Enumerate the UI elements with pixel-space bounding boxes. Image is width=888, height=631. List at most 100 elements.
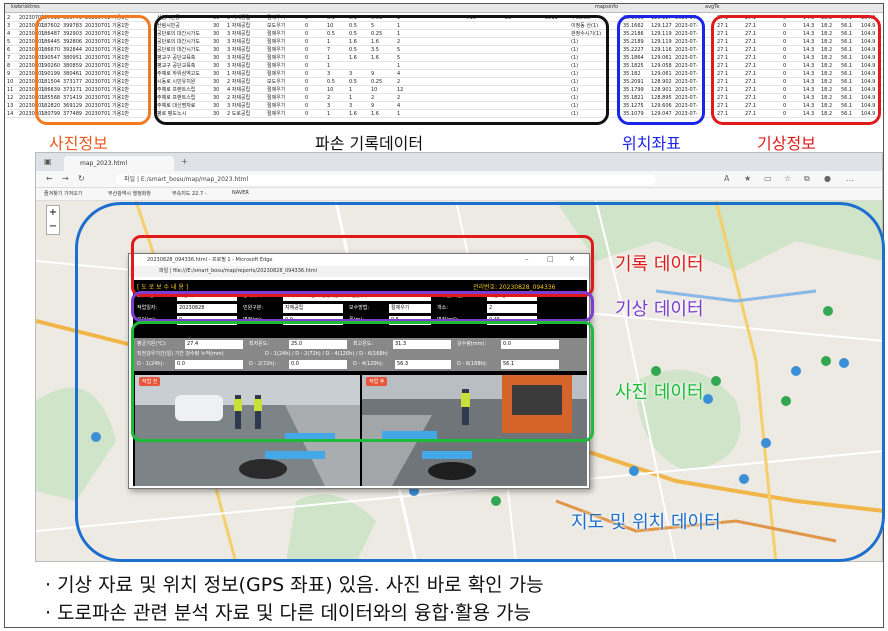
weather-key: 최고온도: [353,341,374,347]
fav-item[interactable]: 부산광역시 행정화창 [108,190,151,197]
figure-frame: kwbrisktres mapsinfo avgTe 2 20230701 1876… [4,3,885,628]
weather-key: D - 2(72h): [249,361,277,367]
field-value: 사하역 → 하단역 방향 (당리역1번출구) [283,292,431,301]
management-number: 관리번호: 20230828_094336 [473,284,556,291]
weather-key: 직전강우기간(일) 기간 강수량 누적(mm) [137,351,224,357]
sheet-cell: 10 [7,79,14,85]
field-key: 면적(m²): [437,317,459,323]
sheet-cell: 4 [7,31,11,37]
report-popup-window: 20230828_094336.html - 프로필 1 - Microsoft… [128,253,590,489]
read-aloud-icon[interactable]: A [724,174,729,183]
weather-value: 56.1 [501,360,559,369]
fav-item[interactable]: 즐겨찾기 가져오기 [44,190,82,197]
field-value: 0.9 [283,316,343,325]
window-icon[interactable]: ▣ [44,157,52,166]
weather-value: 31.3 [393,340,451,349]
field-value: 0 [177,316,237,325]
weather-key: D - 1(24h): [137,361,165,367]
tab-title: map_2023.html [80,160,128,167]
field-key: 상세위치: [243,293,264,299]
note-line: · 기상 자료 및 위치 정보(GPS 좌표) 있음. 사진 바로 확인 가능 [45,574,544,596]
field-value: 자체공립 [283,304,343,313]
zoom-control: + − [46,205,60,235]
split-screen-icon[interactable]: ▭ [764,174,772,183]
sheet-header-cell: mapsinfo [595,4,619,10]
weather-key: 최저온도: [249,341,270,347]
field-key: 폭(m): [349,317,365,323]
field-value: 절제우기 [389,304,431,313]
field-value: 0.5 [389,316,431,325]
weather-key: 강수량(mm): [457,341,487,347]
weather-section: 평균기온(℃): 27.4 최저온도: 25.0 최고온도: 31.3 강수량(… [133,338,587,371]
favorites-icon[interactable]: ☆ [784,174,791,183]
weather-info-highlight [711,15,881,125]
coordinates-highlight [617,15,705,125]
new-tab-button[interactable]: + [181,157,188,166]
sheet-cell: 9 [7,71,11,77]
menu-icon[interactable]: … [846,174,854,183]
forward-icon[interactable]: → [62,174,69,183]
photo-section: 작업 전 작업 후 [133,375,587,486]
field-value: 기용2반 [487,292,537,301]
field-value: 낙동대로 [177,292,237,301]
sheet-cell: 12 [7,95,14,101]
url-input[interactable]: 파일 | E:/smart_bosu/map/map_2023.html [116,174,656,185]
photo-before[interactable]: 작업 전 [135,375,360,486]
popup-titlebar: 20230828_094336.html - 프로필 1 - Microsoft… [129,254,589,266]
favorites-bar: 즐겨찾기 가져오기 부산광역시 행정화창 부속지도 22.7 - NAVER [36,188,882,201]
weather-value: 0.0 [501,340,559,349]
photo-after-label: 작업 후 [366,377,388,386]
weather-key: 평균기온(℃): [137,341,167,347]
report-body: [ 도 로 보 수 내 용 ] 관리번호: 20230828_094336 도 … [133,280,587,486]
weather-value: 0.0 [175,360,243,369]
photo-after-image [362,375,587,486]
back-icon[interactable]: ← [46,174,53,183]
tab-map[interactable]: map_2023.html [64,156,174,171]
collections-icon[interactable]: ⧉ [804,174,810,184]
map-view[interactable]: + − 20230828_094336.html - 프로필 1 - Micro… [36,201,882,561]
favorite-star-icon[interactable]: ★ [744,174,751,183]
damage-records-highlight [154,15,609,125]
record-section: [ 도 로 보 수 내 용 ] 관리번호: 20230828_094336 도 … [133,280,587,330]
close-icon[interactable]: ✕ [569,255,575,263]
sheet-header-row: kwbrisktres mapsinfo avgTe [5,4,883,13]
sheet-cell: 14 [7,111,14,117]
caption-damage-records: 파손 기록데이터 [315,134,424,153]
field-key: 깊이(m): [137,317,157,323]
sheet-cell: 13 [7,103,14,109]
sheet-cell: 8 [7,63,11,69]
sheet-cell: 2 [7,15,11,21]
minimize-icon[interactable]: – [525,255,529,263]
caption-photo-info: 사진정보 [49,134,108,153]
caption-coordinates: 위치좌표 [622,134,681,153]
weather-value: 25.0 [289,340,347,349]
address-bar: ← → ↻ 파일 | E:/smart_bosu/map/map_2023.ht… [36,171,882,188]
field-key: 민원구분: [243,305,264,311]
zoom-out-button[interactable]: − [47,220,59,234]
weather-key: D - 6(168h): [457,361,488,367]
sheet-cell: 6 [7,47,11,53]
field-key: 면적(m): [243,317,263,323]
photo-before-image [135,375,360,486]
profile-icon[interactable]: ● [824,174,831,183]
caption-weather-info: 기상정보 [757,134,816,153]
maximize-icon[interactable]: □ [547,255,554,263]
field-key: 개소: [437,305,448,311]
field-key: 보수반(기관): [437,293,466,299]
weather-value: 56.3 [395,360,451,369]
fav-item[interactable]: NAVER [232,190,249,196]
note-line: · 도로파손 관련 분석 자료 및 다른 데이터와의 융합·활용 가능 [45,602,531,624]
photo-after[interactable]: 작업 후 [362,375,587,486]
photo-info-highlight [35,15,151,125]
field-value: 0.45 [487,316,537,325]
photo-before-label: 작업 전 [139,377,161,386]
sheet-header-cell: avgTe [705,4,720,10]
sheet-cell: 11 [7,87,14,93]
popup-address-bar[interactable]: 파일 | file:///E:/smart_bosu/map/reports/2… [129,266,589,277]
record-header: [ 도 로 보 수 내 용 ] [137,284,189,291]
zoom-in-button[interactable]: + [47,206,59,220]
weather-value: 27.4 [185,340,243,349]
refresh-icon[interactable]: ↻ [78,174,85,183]
fav-item[interactable]: 부속지도 22.7 - [172,190,207,197]
sheet-cell: 3 [7,23,11,29]
